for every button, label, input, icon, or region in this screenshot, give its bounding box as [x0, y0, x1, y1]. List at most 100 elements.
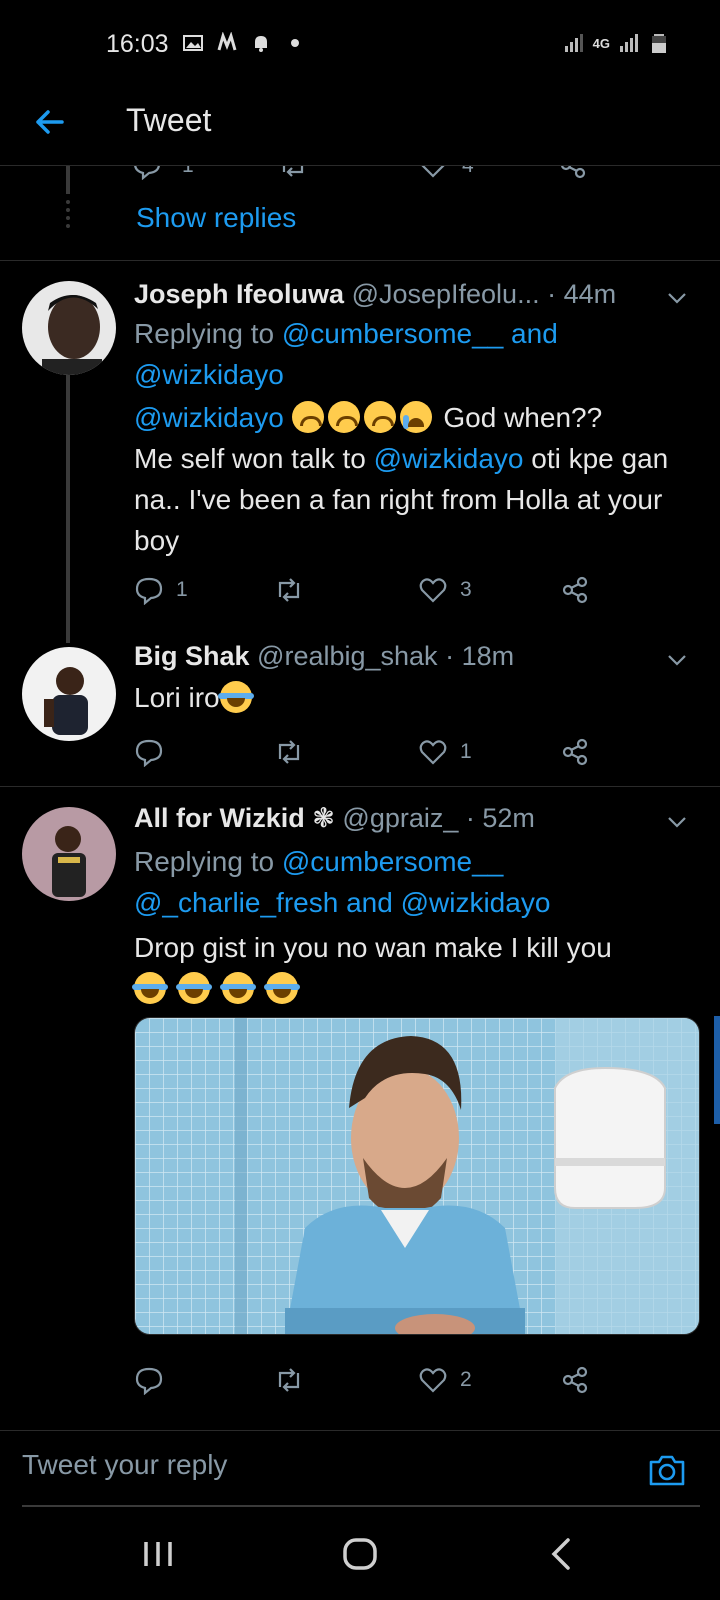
dot-icon [291, 39, 299, 47]
heart-icon [419, 578, 447, 603]
timestamp: · 52m [465, 803, 535, 833]
retweet-button[interactable] [274, 1365, 304, 1395]
chevron-down-icon[interactable] [666, 815, 688, 829]
heart-icon [419, 740, 447, 765]
like-icon[interactable] [418, 166, 448, 180]
tweet-bigshak[interactable]: Big Shak @realbig_shak · 18m Lori iro 1 [0, 641, 720, 787]
tears-of-joy-emoji [264, 972, 300, 1004]
handle[interactable]: @gpraiz_ [342, 803, 458, 833]
share-icon [562, 576, 588, 604]
reply-input[interactable]: Tweet your reply [22, 1449, 227, 1481]
retweet-button[interactable] [274, 737, 304, 767]
tweet-actions: 2 [134, 1365, 614, 1405]
tweet-header: Big Shak @realbig_shak · 18m [134, 641, 700, 672]
replying-prefix: Replying to [134, 846, 282, 877]
handle[interactable]: @JosepIfeolu... [352, 279, 540, 309]
status-bar: 16:03 4G [0, 0, 720, 90]
camera-icon[interactable] [648, 1453, 686, 1487]
avatar-photo [22, 281, 116, 375]
avatar[interactable] [22, 281, 116, 375]
like-button[interactable]: 1 [418, 737, 472, 767]
show-replies-link[interactable]: Show replies [136, 202, 296, 234]
scrollbar-thumb[interactable] [714, 1016, 720, 1124]
like-button[interactable]: 2 [418, 1365, 472, 1395]
tears-of-joy-emoji [220, 972, 256, 1004]
avatar[interactable] [22, 647, 116, 741]
avatar[interactable] [22, 807, 116, 901]
like-button[interactable]: 3 [418, 575, 472, 605]
tweet-joseph[interactable]: Joseph Ifeoluwa @JosepIfeolu... · 44m Re… [0, 261, 720, 689]
reply-count: 1 [182, 166, 194, 178]
display-name[interactable]: Joseph Ifeoluwa [134, 279, 344, 309]
reply-icon [135, 577, 163, 605]
tweet-text-part: Me self won talk to [134, 443, 374, 474]
back-nav-icon[interactable] [542, 1534, 582, 1574]
status-icons-left [182, 32, 306, 54]
heart-icon [419, 1368, 447, 1393]
chevron-down-icon[interactable] [666, 291, 688, 305]
avatar-photo [22, 647, 116, 741]
recent-apps-icon[interactable] [138, 1534, 178, 1574]
handle[interactable]: @realbig_shak [257, 641, 438, 671]
share-button[interactable] [560, 1365, 590, 1395]
retweet-icon [278, 1368, 300, 1392]
share-icon[interactable] [558, 166, 588, 180]
tired-face-emoji [327, 401, 360, 433]
display-name[interactable]: All for Wizkid ❃ [134, 803, 335, 833]
tweet-actions: 1 3 [134, 575, 614, 615]
thread-line [66, 166, 70, 194]
page-title: Tweet [126, 102, 212, 138]
display-name[interactable]: Big Shak [134, 641, 250, 671]
signal-icon [564, 34, 583, 52]
avatar-photo [22, 807, 116, 901]
reply-icon [135, 1367, 163, 1395]
partial-action-row: 1 4 [132, 166, 612, 182]
share-icon [562, 738, 588, 766]
reply-button[interactable]: 1 [134, 575, 188, 605]
tweet-allforwizkid[interactable]: All for Wizkid ❃ @gpraiz_ · 52m Replying… [0, 787, 720, 1397]
mention-link[interactable]: @wizkidayo [401, 887, 551, 918]
replying-to: Replying to @cumbersome__ @_charlie_fres… [134, 841, 696, 923]
share-button[interactable] [560, 575, 590, 605]
retweet-icon[interactable] [278, 166, 308, 180]
mention-link[interactable]: @wizkidayo [134, 402, 284, 433]
tired-face-emoji [363, 401, 396, 433]
thread-dots [66, 200, 70, 228]
tweet-text: Drop gist in you no wan make I kill you [132, 927, 696, 1009]
tears-of-joy-emoji [217, 681, 254, 713]
signal-icon-2 [620, 34, 638, 52]
chevron-down-icon[interactable] [666, 653, 688, 667]
image-icon [183, 35, 203, 51]
like-count: 1 [460, 740, 472, 763]
reply-icon [135, 739, 163, 767]
tears-of-joy-emoji [176, 972, 212, 1004]
reply-icon[interactable] [132, 166, 162, 180]
n-app-icon [217, 32, 237, 51]
tweet-text-part: Lori iro [134, 682, 220, 713]
mention-link[interactable]: @cumbersome__ [282, 846, 503, 877]
tweet-text-part: God when?? [435, 402, 603, 433]
replying-to: Replying to @cumbersome__ and @wizkidayo [134, 313, 696, 395]
like-count: 3 [460, 578, 472, 601]
home-icon[interactable] [340, 1534, 380, 1574]
bell-icon [255, 36, 267, 52]
mention-link[interactable]: @wizkidayo [374, 443, 524, 474]
tweet-text: @wizkidayo God when?? Me self won talk t… [134, 397, 696, 561]
reply-button[interactable] [134, 1365, 164, 1395]
mention-link[interactable]: @_charlie_fresh [134, 887, 338, 918]
status-time: 16:03 [106, 30, 169, 58]
retweet-button[interactable] [274, 575, 304, 605]
tweet-feed[interactable]: 1 4 Show replies Joseph Ifeoluwa @JosepI… [0, 166, 720, 1430]
status-icons-right: 4G [563, 32, 670, 54]
tired-face-emoji [291, 401, 324, 433]
tweet-header: All for Wizkid ❃ @gpraiz_ · 52m [134, 803, 700, 834]
replying-prefix: Replying to [134, 318, 282, 349]
tweet-media-image[interactable] [134, 1017, 700, 1335]
reply-button[interactable] [134, 737, 164, 767]
crying-face-emoji [399, 401, 432, 433]
replying-and: and [338, 887, 401, 918]
back-arrow-icon[interactable] [28, 100, 72, 144]
tweet-actions: 1 [134, 737, 614, 777]
top-bar: Tweet [0, 90, 720, 166]
share-button[interactable] [560, 737, 590, 767]
